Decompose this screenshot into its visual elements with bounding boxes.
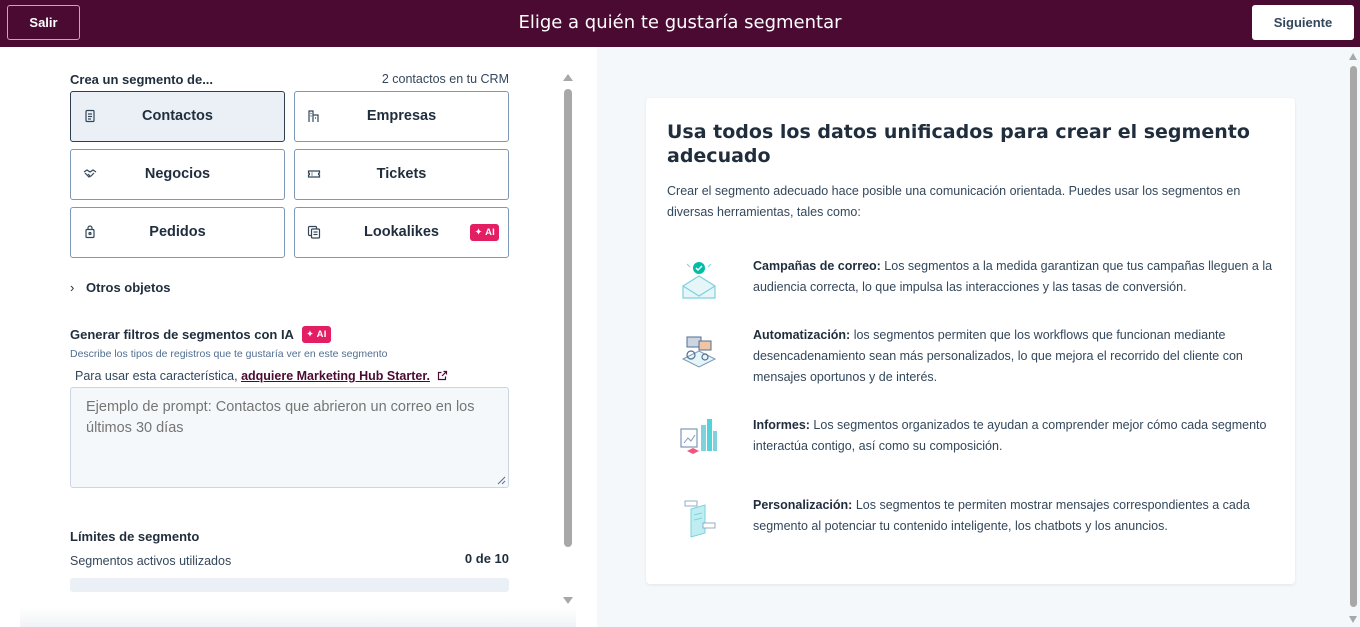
- info-card: Usa todos los datos unificados para crea…: [646, 98, 1295, 584]
- feature-text: Automatización: los segmentos permiten q…: [753, 325, 1283, 388]
- scroll-down-arrow-icon[interactable]: [562, 596, 574, 606]
- upgrade-link[interactable]: adquiere Marketing Hub Starter.: [241, 369, 430, 383]
- exit-button[interactable]: Salir: [7, 5, 80, 40]
- ai-filters-heading: Generar filtros de segmentos con IA: [70, 327, 294, 342]
- tile-label: Contactos: [142, 108, 213, 124]
- scroll-up-arrow-icon[interactable]: [562, 72, 574, 82]
- other-objects-toggle[interactable]: › Otros objetos: [70, 280, 171, 295]
- crm-contact-count: 2 contactos en tu CRM: [381, 72, 509, 86]
- scroll-up-arrow-icon[interactable]: [1348, 52, 1358, 61]
- tile-label: Pedidos: [149, 224, 206, 240]
- tile-companies[interactable]: Empresas: [294, 91, 509, 142]
- email-campaign-icon: [682, 262, 716, 299]
- automation-icon: [681, 336, 717, 368]
- external-link-icon: [438, 370, 448, 381]
- panel-footer-fade: [20, 607, 576, 627]
- info-card-intro: Crear el segmento adecuado hace posible …: [667, 184, 1241, 219]
- next-button[interactable]: Siguiente: [1252, 5, 1354, 40]
- tile-tickets[interactable]: Tickets: [294, 149, 509, 200]
- segment-info-panel: Usa todos los datos unificados para crea…: [597, 47, 1360, 627]
- segment-type-heading: Crea un segmento de...: [70, 72, 214, 87]
- active-segments-label: Segmentos activos utilizados: [70, 554, 232, 568]
- active-segments-value: 0 de 10: [464, 551, 509, 566]
- ai-filters-description: Describe los tipos de registros que te g…: [70, 348, 388, 360]
- feature-title: Personalización:: [753, 498, 853, 512]
- tile-deals[interactable]: Negocios: [70, 149, 285, 200]
- tile-label: Empresas: [366, 108, 437, 124]
- scroll-down-arrow-icon[interactable]: [1348, 615, 1358, 624]
- upgrade-prefix: Para usar esta característica,: [75, 369, 238, 383]
- tile-contacts[interactable]: Contactos: [70, 91, 285, 142]
- segments-usage-bar: [70, 578, 509, 592]
- chevron-right-icon: ›: [70, 280, 75, 295]
- feature-title: Campañas de correo:: [753, 259, 881, 273]
- right-scrollbar-thumb[interactable]: [1350, 66, 1357, 607]
- feature-text: Campañas de correo: Los segmentos a la m…: [753, 256, 1283, 298]
- upgrade-notice: Para usar esta característica, adquiere …: [75, 369, 448, 383]
- ai-prompt-input[interactable]: [70, 387, 509, 488]
- ai-badge: ✦ AI: [470, 224, 499, 241]
- segment-options-panel: Crea un segmento de... 2 contactos en tu…: [0, 47, 597, 627]
- page-title: Elige a quién te gustaría segmentar: [518, 12, 842, 33]
- feature-text: Informes: Los segmentos organizados te a…: [753, 415, 1283, 457]
- feature-title: Informes:: [753, 418, 810, 432]
- tile-label: Tickets: [376, 166, 427, 182]
- segment-limits-heading: Límites de segmento: [70, 529, 200, 544]
- info-card-title: Usa todos los datos unificados para crea…: [667, 121, 1250, 167]
- other-objects-label: Otros objetos: [86, 280, 171, 295]
- feature-description: Los segmentos organizados te ayudan a co…: [753, 418, 1267, 453]
- reports-icon: [680, 419, 717, 454]
- ai-badge: ✦ AI: [302, 326, 331, 343]
- top-bar: Salir Elige a quién te gustaría segmenta…: [0, 0, 1360, 47]
- tile-lookalikes[interactable]: Lookalikes ✦ AI: [294, 207, 509, 258]
- tile-orders[interactable]: Pedidos: [70, 207, 285, 258]
- feature-text: Personalización: Los segmentos te permit…: [753, 495, 1283, 537]
- left-scrollbar-thumb[interactable]: [564, 89, 572, 547]
- feature-title: Automatización:: [753, 328, 851, 342]
- tile-label: Negocios: [144, 166, 211, 182]
- personalization-icon: [684, 500, 716, 538]
